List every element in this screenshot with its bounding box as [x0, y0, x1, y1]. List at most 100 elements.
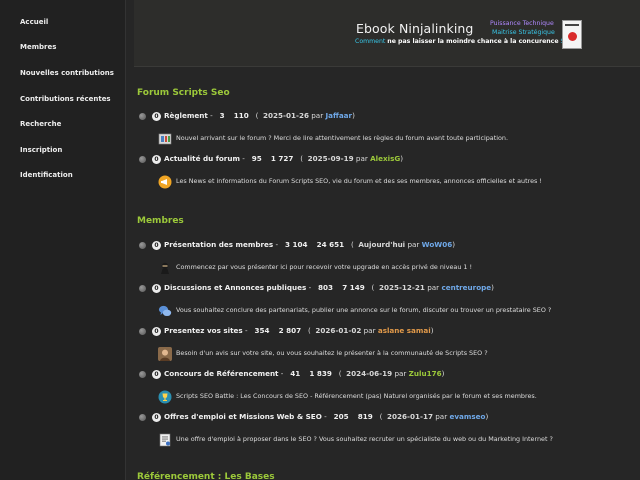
section-title[interactable]: Référencement : Les Bases	[137, 472, 275, 480]
forum-description-row: Les News et informations du Forum Script…	[158, 174, 632, 190]
forum-by-label: par	[435, 412, 448, 421]
forum-last-poster-link[interactable]: AlexisG	[370, 154, 400, 163]
section-title[interactable]: Membres	[137, 216, 184, 226]
forum-topics-count: 3	[219, 111, 225, 120]
forum-link[interactable]: Concours de Référencement	[164, 369, 279, 378]
forum-topics-count: 354	[254, 326, 270, 335]
forum-description: Les News et informations du Forum Script…	[176, 177, 542, 185]
forum-status-icon	[139, 414, 146, 421]
forum-summary: Offres d'emploi et Missions Web & SEO - …	[164, 412, 489, 421]
forum-posts-count: 7 149	[342, 283, 365, 292]
section-title[interactable]: Forum Scripts Seo	[137, 88, 230, 98]
forum-summary: Règlement - 3 110 ( 2025-01-26 par Jaffa…	[164, 111, 355, 120]
sidebar-item-identification[interactable]: Identification	[20, 171, 73, 179]
forum-unread-badge: 0	[152, 327, 161, 336]
forum-description: Besoin d'un avis sur votre site, ou vous…	[176, 349, 488, 357]
forum-separator: -	[242, 326, 250, 335]
banner-subtitle: Comment ne pas laisser la moindre chance…	[355, 38, 573, 45]
forum-separator: -	[207, 111, 215, 120]
forum-unread-badge: 0	[152, 413, 161, 422]
forum-last-poster-link[interactable]: evamseo	[449, 412, 485, 421]
forum-description: Une offre d'emploi à proposer dans le SE…	[176, 435, 553, 443]
forum-status-icon	[139, 156, 146, 163]
forum-by-label: par	[355, 154, 368, 163]
sidebar-item-inscription[interactable]: Inscription	[20, 146, 62, 154]
forum-row: 0 Règlement - 3 110 ( 2025-01-26 par Jaff…	[137, 110, 632, 124]
forum-unread-badge: 0	[152, 155, 161, 164]
sidebar-item-membres[interactable]: Membres	[20, 43, 56, 51]
forum-last-post-date: 2026-01-02	[315, 326, 362, 335]
forum-last-post-date: 2026-01-17	[386, 412, 433, 421]
forum-description: Nouvel arrivant sur le forum ? Merci de …	[176, 134, 508, 142]
forum-description-row: Nouvel arrivant sur le forum ? Merci de …	[158, 131, 632, 147]
forum-separator: -	[239, 154, 248, 163]
forum-description-row: Une offre d'emploi à proposer dans le SE…	[158, 432, 632, 448]
chat-bubbles-icon	[158, 303, 172, 317]
forum-link[interactable]: Actualité du forum	[164, 154, 240, 163]
trophy-icon	[158, 389, 172, 404]
forum-row: 0 Présentation des membres - 3 104 24 651…	[137, 239, 632, 253]
avatar-icon	[158, 346, 172, 361]
banner-subtitle-b: ne pas laisser la moindre chance à la co…	[387, 38, 559, 45]
forum-by-label: par	[407, 240, 420, 249]
forum-last-post-date: 2024-06-19	[346, 369, 393, 378]
forum-last-post-date: 2025-12-21	[378, 283, 425, 292]
forum-link[interactable]: Présentation des membres	[164, 240, 273, 249]
forum-description: Vous souhaitez conclure des partenariats…	[176, 306, 552, 314]
forum-by-label: par	[427, 283, 440, 292]
forum-unread-badge: 0	[152, 284, 161, 293]
sidebar-item-nouvelles-contributions[interactable]: Nouvelles contributions	[20, 69, 114, 77]
forum-last-poster-link[interactable]: aslane samai	[378, 326, 431, 335]
book-icon	[158, 131, 172, 145]
forum-link[interactable]: Règlement	[164, 111, 208, 120]
forum-topics-count: 205	[333, 412, 349, 421]
forum-description-row: Vous souhaitez conclure des partenariats…	[158, 303, 632, 319]
forum-posts-count: 110	[233, 111, 249, 120]
banner-title: Ebook Ninjalinking	[356, 21, 474, 36]
banner-tagline-2: Maitrise Stratégique	[492, 29, 555, 36]
forum-by-label: par	[394, 369, 407, 378]
forum-description: Commencez par vous présenter ici pour re…	[176, 263, 473, 271]
forum-status-icon	[139, 371, 146, 378]
forum-unread-badge: 0	[152, 112, 161, 121]
forum-summary: Actualité du forum - 95 1 727 ( 2025-09-…	[164, 154, 404, 163]
forum-posts-count: 1 727	[270, 154, 294, 163]
sidebar-item-accueil[interactable]: Accueil	[20, 18, 48, 26]
forum-separator: -	[321, 412, 329, 421]
forum-summary: Discussions et Annonces publiques - 803 …	[164, 283, 494, 292]
forum-status-icon	[139, 328, 146, 335]
banner-subtitle-a: Comment	[355, 38, 388, 45]
forum-separator: -	[306, 283, 314, 292]
forum-posts-count: 1 839	[309, 369, 332, 378]
megaphone-icon	[158, 174, 172, 189]
forum-summary: Presentez vos sites - 354 2 807 ( 2026-0…	[164, 326, 434, 335]
forum-last-poster-link[interactable]: Jaffaar	[325, 111, 352, 120]
forum-last-poster-link[interactable]: centreurope	[441, 283, 491, 292]
forum-posts-count: 819	[357, 412, 373, 421]
forum-summary: Présentation des membres - 3 104 24 651 …	[164, 240, 456, 249]
forum-last-post-date: Aujourd'hui	[358, 240, 406, 249]
forum-link[interactable]: Presentez vos sites	[164, 326, 243, 335]
forum-description-row: Commencez par vous présenter ici pour re…	[158, 260, 632, 276]
forum-row: 0 Discussions et Annonces publiques - 803…	[137, 282, 632, 296]
ebook-cover-icon	[562, 20, 582, 49]
forum-posts-count: 24 651	[316, 240, 345, 249]
forum-last-poster-link[interactable]: WoW06	[422, 240, 453, 249]
forum-description-row: Besoin d'un avis sur votre site, ou vous…	[158, 346, 632, 362]
forum-separator: -	[278, 369, 286, 378]
sidebar-item-recherche[interactable]: Recherche	[20, 120, 61, 128]
forum-last-post-date: 2025-09-19	[307, 154, 354, 163]
forum-row: 0 Presentez vos sites - 354 2 807 ( 2026-…	[137, 325, 632, 339]
forum-summary: Concours de Référencement - 41 1 839 ( 2…	[164, 369, 445, 378]
sidebar-item-contributions-recentes[interactable]: Contributions récentes	[20, 95, 111, 103]
forum-unread-badge: 0	[152, 241, 161, 250]
forum-unread-badge: 0	[152, 370, 161, 379]
forum-status-icon	[139, 285, 146, 292]
header-banner[interactable]: Ebook Ninjalinking Puissance Technique M…	[134, 0, 640, 67]
forum-topics-count: 95	[251, 154, 262, 163]
forum-last-poster-link[interactable]: Zulu176	[409, 369, 442, 378]
forum-link[interactable]: Offres d'emploi et Missions Web & SEO	[164, 412, 322, 421]
forum-description-row: Scripts SEO Battle : Les Concours de SEO…	[158, 389, 632, 405]
forum-link[interactable]: Discussions et Annonces publiques	[164, 283, 306, 292]
sidebar-nav: Accueil Membres Nouvelles contributions …	[0, 0, 126, 480]
